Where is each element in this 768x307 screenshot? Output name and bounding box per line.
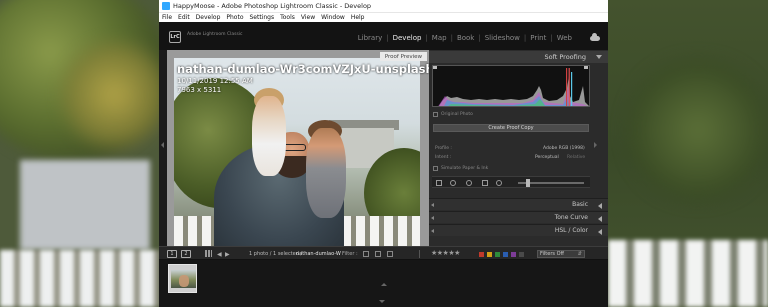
module-slideshow[interactable]: Slideshow bbox=[481, 34, 524, 42]
cloud-icon[interactable] bbox=[590, 33, 600, 41]
filters-select[interactable]: Filters Off ⇵ bbox=[537, 250, 585, 258]
bottom-panel-toggle[interactable] bbox=[379, 300, 385, 303]
panel-hsl-color[interactable]: HSL / Color bbox=[429, 224, 608, 236]
tool-slider-knob[interactable] bbox=[526, 179, 530, 187]
histogram[interactable] bbox=[432, 65, 590, 107]
profile-label: Profile : bbox=[435, 146, 452, 151]
filmstrip bbox=[159, 260, 608, 307]
flag-reject-icon[interactable] bbox=[387, 251, 393, 257]
menu-file[interactable]: File bbox=[162, 14, 172, 21]
color-label-purple[interactable] bbox=[511, 252, 516, 257]
module-web[interactable]: Web bbox=[553, 34, 576, 42]
menu-view[interactable]: View bbox=[301, 14, 315, 21]
right-panel-toggle[interactable] bbox=[592, 50, 598, 246]
flag-pick-icon[interactable] bbox=[363, 251, 369, 257]
window-1-button[interactable]: 1 bbox=[167, 250, 177, 258]
selection-status: 1 photo / 1 selected / bbox=[249, 251, 303, 257]
photo-date: 10/11/2019 12:55 AM bbox=[177, 77, 253, 85]
filmstrip-toolbar: 1 2 ◀ ▶ 1 photo / 1 selected / nathan-du… bbox=[159, 246, 608, 260]
highlight-clipping-toggle[interactable] bbox=[584, 66, 588, 69]
original-photo-checkbox[interactable] bbox=[433, 112, 438, 117]
chevron-left-icon bbox=[598, 216, 602, 222]
filters-select-value: Filters Off bbox=[540, 251, 564, 257]
radial-filter-icon[interactable] bbox=[496, 180, 502, 186]
title-bar: HappyMoose - Adobe Photoshop Lightroom C… bbox=[159, 0, 608, 12]
current-filename: nathan-dumlao-W bbox=[296, 251, 341, 257]
soft-proofing-title: Soft Proofing bbox=[544, 53, 586, 61]
flag-unflagged-icon[interactable] bbox=[375, 251, 381, 257]
soft-proofing-header[interactable]: Soft Proofing bbox=[429, 51, 608, 63]
panel-tone-curve[interactable]: Tone Curve bbox=[429, 211, 608, 223]
color-label-green[interactable] bbox=[495, 252, 500, 257]
spot-removal-icon[interactable] bbox=[450, 180, 456, 186]
select-arrows-icon: ⇵ bbox=[577, 251, 582, 257]
lrc-logo: LrC bbox=[169, 31, 181, 43]
identity-plate-name: Adobe Lightroom Classic bbox=[187, 32, 243, 37]
color-label-blue[interactable] bbox=[503, 252, 508, 257]
create-proof-copy-button[interactable]: Create Proof Copy bbox=[433, 124, 589, 132]
panel-arrow-icon bbox=[431, 216, 434, 220]
lightroom-window: HappyMoose - Adobe Photoshop Lightroom C… bbox=[159, 0, 608, 307]
module-book[interactable]: Book bbox=[453, 34, 478, 42]
intent-relative[interactable]: Relative bbox=[567, 155, 585, 160]
simulate-paper-label: Simulate Paper & Ink bbox=[441, 166, 489, 171]
crop-tool-icon[interactable] bbox=[436, 180, 442, 186]
panel-basic[interactable]: Basic bbox=[429, 198, 608, 210]
module-print[interactable]: Print bbox=[526, 34, 550, 42]
photo-filename: nathan-dumlao-Wr3comVZJxU-unsplash.jpg bbox=[177, 62, 429, 76]
red-eye-icon[interactable] bbox=[466, 180, 472, 186]
intent-label: Intent : bbox=[435, 155, 452, 160]
graduated-filter-icon[interactable] bbox=[482, 180, 488, 186]
panel-arrow-icon bbox=[431, 229, 434, 233]
photo-viewer[interactable]: Proof Preview nathan-dumlao-Wr3comVZJxU-… bbox=[167, 50, 429, 246]
menu-photo[interactable]: Photo bbox=[226, 14, 243, 21]
intent-perceptual[interactable]: Perceptual bbox=[535, 155, 559, 160]
menu-settings[interactable]: Settings bbox=[250, 14, 275, 21]
module-develop[interactable]: Develop bbox=[389, 34, 426, 42]
chevron-left-icon bbox=[598, 203, 602, 209]
module-map[interactable]: Map bbox=[428, 34, 451, 42]
filter-label: Filter : bbox=[342, 251, 358, 257]
window-title: HappyMoose - Adobe Photoshop Lightroom C… bbox=[173, 2, 372, 10]
app-icon bbox=[162, 2, 170, 10]
next-arrow-icon[interactable]: ▶ bbox=[225, 251, 230, 258]
prev-arrow-icon[interactable]: ◀ bbox=[217, 251, 222, 258]
module-library[interactable]: Library bbox=[354, 34, 386, 42]
panel-arrow-icon bbox=[431, 203, 434, 207]
panel-basic-label: Basic bbox=[572, 201, 588, 208]
filmstrip-thumbnail[interactable] bbox=[168, 264, 197, 293]
rating-stars[interactable]: ★★★★★ bbox=[431, 249, 460, 257]
proof-preview-badge: Proof Preview bbox=[379, 52, 427, 61]
original-photo-option[interactable]: Original Photo bbox=[433, 112, 473, 117]
menu-edit[interactable]: Edit bbox=[178, 14, 190, 21]
grid-icon[interactable] bbox=[205, 250, 212, 257]
shadow-clipping-toggle[interactable] bbox=[433, 66, 437, 69]
menu-tools[interactable]: Tools bbox=[280, 14, 295, 21]
original-photo-label: Original Photo bbox=[441, 112, 473, 117]
filmstrip-collapse-icon[interactable] bbox=[381, 283, 387, 286]
left-panel-toggle[interactable] bbox=[159, 50, 167, 246]
module-picker: LrC Adobe Lightroom Classic Library | Dev… bbox=[159, 22, 608, 50]
simulate-paper-checkbox[interactable] bbox=[433, 166, 438, 171]
window-2-button[interactable]: 2 bbox=[181, 250, 191, 258]
color-label-red[interactable] bbox=[479, 252, 484, 257]
menu-develop[interactable]: Develop bbox=[196, 14, 221, 21]
develop-tool-strip bbox=[432, 176, 590, 188]
right-panel: Soft Proofing Original Photo Create Proo… bbox=[429, 50, 608, 246]
color-label-none[interactable] bbox=[519, 252, 524, 257]
menu-window[interactable]: Window bbox=[321, 14, 345, 21]
panel-tone-curve-label: Tone Curve bbox=[554, 214, 588, 221]
menu-help[interactable]: Help bbox=[351, 14, 365, 21]
menu-bar: File Edit Develop Photo Settings Tools V… bbox=[159, 12, 608, 22]
simulate-paper-option[interactable]: Simulate Paper & Ink bbox=[433, 166, 488, 171]
color-label-yellow[interactable] bbox=[487, 252, 492, 257]
profile-select[interactable]: Adobe RGB (1998) bbox=[543, 146, 585, 151]
photo-dimensions: 7963 x 5311 bbox=[177, 86, 222, 94]
panel-hsl-label: HSL / Color bbox=[554, 227, 588, 234]
chevron-left-icon bbox=[598, 229, 602, 235]
